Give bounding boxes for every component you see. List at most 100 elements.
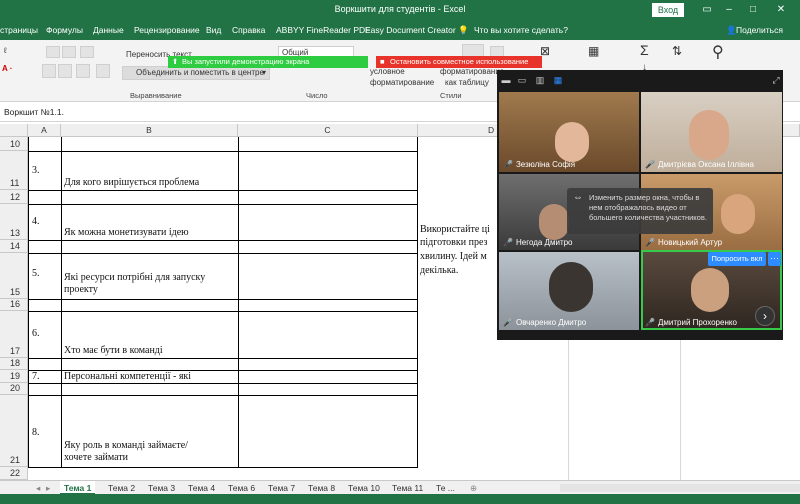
sheet-tab-active[interactable]: Тема 1 <box>60 481 96 495</box>
sheet-tab[interactable]: Тема 4 <box>188 481 215 495</box>
cell-d-text[interactable]: Використайте ці <box>420 224 490 236</box>
signin-button[interactable]: Вход <box>652 3 684 17</box>
column-header-c[interactable]: C <box>238 124 418 137</box>
select-all-corner[interactable] <box>0 124 28 137</box>
sheet-tab[interactable]: Тема 11 <box>392 481 423 495</box>
indent-icon[interactable] <box>96 64 110 78</box>
participant-face <box>689 110 729 160</box>
cell-a13[interactable]: 4. <box>32 216 40 228</box>
row-header[interactable]: 20 <box>0 383 28 395</box>
align-top-icon[interactable] <box>46 46 60 58</box>
resize-tooltip: ⇔ Изменить размер окна, чтобы в нем отоб… <box>567 188 713 234</box>
table-border <box>28 395 418 396</box>
cell-b13[interactable]: Як можна монетизувати ідею <box>64 227 189 239</box>
row-header[interactable]: 14 <box>0 240 28 253</box>
video-tile[interactable]: 🎤 Зезюліна Софія <box>499 92 639 172</box>
sheet-tab[interactable]: Тема 2 <box>108 481 135 495</box>
cell-d-text[interactable]: декілька. <box>420 265 458 277</box>
table-border <box>28 204 418 205</box>
row-header[interactable]: 17 <box>0 311 28 358</box>
sheet-tab[interactable]: Те ... <box>436 481 455 495</box>
sheet-tab[interactable]: Тема 6 <box>228 481 255 495</box>
row-header[interactable]: 10 <box>0 137 28 151</box>
conditional-formatting-button[interactable]: условное <box>370 67 405 76</box>
tooltip-text: Изменить размер окна, чтобы в нем отобра… <box>589 193 707 222</box>
cell-d-text[interactable]: хвилину. Ідей м <box>420 251 487 263</box>
sort-filter-icon[interactable]: ⇅ <box>672 44 682 58</box>
row-header[interactable]: 22 <box>0 467 28 480</box>
align-center-icon[interactable] <box>58 64 72 78</box>
column-header-a[interactable]: A <box>28 124 61 137</box>
align-bottom-icon[interactable] <box>80 46 94 58</box>
autosum-icon[interactable]: Σ <box>640 42 649 58</box>
row-header[interactable]: 16 <box>0 299 28 311</box>
add-sheet-icon[interactable]: ⊕ <box>470 481 477 495</box>
table-border <box>28 151 418 152</box>
share-button[interactable]: Поделиться <box>736 25 783 35</box>
sheet-tab[interactable]: Тема 7 <box>268 481 295 495</box>
cell-a21[interactable]: 8. <box>32 427 40 439</box>
stop-sharing-button[interactable]: ■ Остановить совместное использование <box>376 56 542 68</box>
next-page-button[interactable]: › <box>755 306 775 326</box>
row-header[interactable]: 12 <box>0 190 28 204</box>
ask-to-start-video-button[interactable]: Попросить вкл <box>708 252 766 266</box>
more-options-button[interactable]: ··· <box>768 252 781 266</box>
align-middle-icon[interactable] <box>62 46 76 58</box>
video-tile[interactable]: 🎤 Дмитрієва Оксана Іллівна <box>641 92 782 172</box>
tab-page-layout[interactable]: страницы <box>0 25 38 35</box>
cell-d-text[interactable]: підготовки през <box>420 237 487 249</box>
sheet-tab[interactable]: Тема 8 <box>308 481 335 495</box>
row-header[interactable]: 19 <box>0 370 28 383</box>
row-header[interactable]: 18 <box>0 358 28 370</box>
video-tile[interactable]: 🎤 Овчаренко Дмитро <box>499 252 639 330</box>
row-header[interactable]: 15 <box>0 253 28 299</box>
mic-muted-icon: 🎤 <box>503 238 513 247</box>
format-as-table-button[interactable]: форматирование <box>440 67 504 76</box>
tab-view[interactable]: Вид <box>206 25 221 35</box>
ribbon-options-icon[interactable]: ▭ <box>700 3 714 17</box>
group-styles-label: Стили <box>440 91 462 100</box>
tab-data[interactable]: Данные <box>93 25 124 35</box>
horizontal-scrollbar[interactable] <box>560 484 800 492</box>
find-select-icon[interactable]: ⚲ <box>712 42 724 62</box>
font-color-icon[interactable]: A · <box>2 64 12 73</box>
tab-review[interactable]: Рецензирование <box>134 25 200 35</box>
single-view-icon[interactable]: ▭ <box>517 75 527 85</box>
chevron-down-icon[interactable]: ▾ <box>262 68 266 77</box>
cell-b17[interactable]: Хто має бути в команді <box>64 345 163 357</box>
close-icon[interactable]: ✕ <box>774 3 788 17</box>
scroll-left-icon[interactable]: ◂ <box>36 481 40 495</box>
cell-a15[interactable]: 5. <box>32 268 40 280</box>
row-header[interactable]: 21 <box>0 395 28 467</box>
gallery-view-icon[interactable]: ▦ <box>553 75 563 85</box>
align-right-icon[interactable] <box>76 64 90 78</box>
align-left-icon[interactable] <box>42 64 56 78</box>
tab-help[interactable]: Справка <box>232 25 265 35</box>
sheet-tab-bar: ◂ ▸ Тема 1 Тема 2 Тема 3 Тема 4 Тема 6 Т… <box>0 480 800 495</box>
zoom-video-panel[interactable]: ▬ ▭ ▥ ▦ ⤢ 🎤 Зезюліна Софія 🎤 Дмитрієва Окс… <box>497 70 783 340</box>
tab-formulas[interactable]: Формулы <box>46 25 83 35</box>
cell-b15[interactable]: Які ресурси потрібні для запуску проекту <box>64 272 236 296</box>
tell-me-search[interactable]: Что вы хотите сделать? <box>474 25 568 35</box>
cell-a17[interactable]: 6. <box>32 328 40 340</box>
title-bar: Воркшити для студентів - Excel Вход ▭ – … <box>0 0 800 20</box>
cell-a19[interactable]: 7. <box>32 371 40 383</box>
cell-b11[interactable]: Для кого вирішується проблема <box>64 177 199 189</box>
cell-b19[interactable]: Персональні компетенції - які <box>64 371 191 383</box>
sheet-tab[interactable]: Тема 10 <box>348 481 380 495</box>
fullscreen-icon[interactable]: ⤢ <box>771 75 781 85</box>
maximize-icon[interactable]: □ <box>746 3 760 17</box>
row-header[interactable]: 13 <box>0 204 28 240</box>
minimize-icon[interactable]: – <box>722 3 736 17</box>
scroll-right-icon[interactable]: ▸ <box>46 481 50 495</box>
cell-a11[interactable]: 3. <box>32 165 40 177</box>
cell-b21[interactable]: Яку роль в команді займаєте/хочете займа… <box>64 440 204 464</box>
tab-easy-document[interactable]: Easy Document Creator <box>365 25 456 35</box>
column-header-b[interactable]: B <box>61 124 238 137</box>
tab-abbyy[interactable]: ABBYY FineReader PDF <box>276 25 370 35</box>
format-cells-icon[interactable]: ▦ <box>588 44 599 58</box>
minimize-icon[interactable]: ▬ <box>501 75 511 85</box>
row-header[interactable]: 11 <box>0 151 28 190</box>
strip-view-icon[interactable]: ▥ <box>535 75 545 85</box>
sheet-tab[interactable]: Тема 3 <box>148 481 175 495</box>
